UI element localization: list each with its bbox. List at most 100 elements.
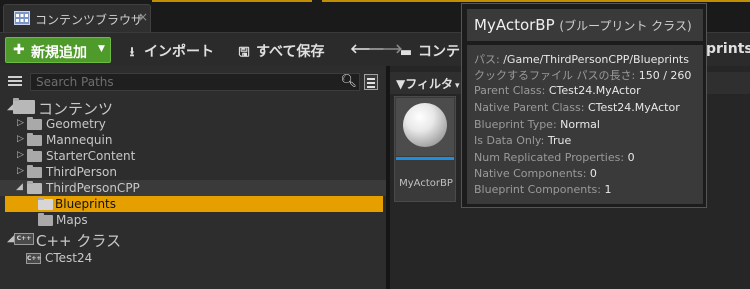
tree-item-label: Blueprints (55, 197, 117, 211)
collapsed-arrow-icon[interactable]: ▷ (17, 134, 24, 144)
search-placeholder: Search Paths (36, 75, 114, 89)
asset-tile-myactorbp[interactable]: MyActorBP (394, 96, 456, 202)
import-label: インポート (144, 44, 214, 60)
tab-content-browser[interactable]: コンテンツブラウザ × (3, 4, 151, 32)
tooltip-key: Native Components: (474, 167, 587, 180)
tree-item-thirdpersoncpp[interactable]: ◢ ThirdPersonCPP (0, 180, 386, 196)
view-options-icon[interactable] (364, 74, 378, 90)
tab-accent-line (322, 0, 750, 2)
tooltip-value: CTest24.MyActor (587, 101, 680, 114)
back-arrow-icon: 🡐 (350, 42, 385, 57)
tab-title: コンテンツブラウザ (35, 13, 144, 27)
tooltip-key: Blueprint Type: (474, 118, 557, 131)
tree-item-label: Maps (56, 213, 88, 227)
tooltip-title: MyActorBP (ブループリント クラス) (474, 16, 692, 34)
breadcrumb-content[interactable]: ▬ コンテ (398, 41, 460, 61)
tooltip-row-native-parent-class: Native Parent Class: CTest24.MyActor (474, 101, 680, 114)
tooltip-value: 150 / 260 (638, 69, 692, 82)
search-paths-input[interactable]: Search Paths 🔍︎ (30, 73, 360, 91)
tooltip-row-path: パス: /Game/ThirdPersonCPP/Blueprints (474, 51, 689, 67)
tree-item-cpp-classes[interactable]: ◢ C++ C++ クラス (0, 230, 386, 250)
tree-item-label: StarterContent (46, 149, 136, 163)
search-icon[interactable]: 🔍︎ (340, 74, 357, 89)
tooltip-key: Is Data Only: (474, 134, 545, 147)
tree-item-content-root[interactable]: ◢ コンテンツ (0, 98, 386, 118)
tree-item-maps[interactable]: Maps (0, 212, 386, 228)
tree-item-label: C++ クラス (36, 232, 122, 250)
asset-tooltip: MyActorBP (ブループリント クラス) パス: /Game/ThirdP… (461, 3, 707, 208)
tree-item-ctest24[interactable]: C++ CTest24 (0, 250, 386, 266)
tree-item-label: Mannequin (46, 133, 113, 147)
tooltip-key: パス: (474, 53, 500, 66)
asset-type-color-bar (396, 157, 454, 160)
tooltip-row-cook-path-length: クックするファイル パスの長さ: 150 / 260 (474, 67, 691, 83)
collapsed-arrow-icon[interactable]: ▷ (17, 166, 24, 176)
tooltip-row-is-data-only: Is Data Only: True (474, 134, 571, 147)
folder-open-icon (27, 181, 42, 194)
sources-toggle-icon[interactable] (8, 76, 22, 88)
tooltip-details: パス: /Game/ThirdPersonCPP/Blueprints クックす… (467, 45, 703, 204)
tooltip-row-blueprint-type: Blueprint Type: Normal (474, 118, 600, 131)
folder-icon: ▬ (399, 45, 413, 60)
asset-name: MyActorBP (399, 178, 453, 189)
tooltip-row-native-components: Native Components: 0 (474, 167, 597, 180)
tree-item-startercontent[interactable]: ▷ StarterContent (0, 148, 386, 164)
tab-accent-line (152, 0, 312, 2)
tree-item-label: CTest24 (45, 251, 93, 265)
folder-open-icon (38, 197, 53, 210)
tooltip-value: /Game/ThirdPersonCPP/Blueprints (503, 53, 689, 66)
tooltip-row-blueprint-components: Blueprint Components: 1 (474, 183, 611, 196)
add-new-button[interactable]: ✚ 新規追加 ▼ (5, 37, 111, 63)
tooltip-value: Normal (560, 118, 600, 131)
tooltip-value: 0 (627, 151, 635, 164)
tree-item-mannequin[interactable]: ▷ Mannequin (0, 132, 386, 148)
filter-label: フィルタ (405, 77, 453, 91)
tree-item-thirdperson[interactable]: ▷ ThirdPerson (0, 164, 386, 180)
chevron-down-icon: ▾ (455, 81, 460, 91)
chevron-down-icon: ▼ (98, 44, 105, 54)
tooltip-key: Blueprint Components: (474, 183, 601, 196)
import-button[interactable]: ⭳ インポート (124, 41, 214, 61)
cpp-folder-icon: C++ (14, 233, 34, 245)
tooltip-asset-type: (ブループリント クラス) (559, 19, 692, 33)
tooltip-asset-name: MyActorBP (474, 16, 555, 34)
cpp-folder-icon: C++ (26, 253, 42, 264)
add-new-icon: ✚ (13, 42, 25, 58)
tree-item-geometry[interactable]: ▷ Geometry (0, 116, 386, 132)
close-tab-icon[interactable]: × (138, 10, 148, 24)
tooltip-key: Parent Class: (474, 84, 546, 97)
tree-item-label: ThirdPersonCPP (46, 181, 140, 195)
tooltip-key: Num Replicated Properties: (474, 151, 625, 164)
tree-item-label: ThirdPerson (46, 165, 117, 179)
tooltip-row-replicated-properties: Num Replicated Properties: 0 (474, 151, 635, 164)
save-icon: 🖫 (238, 45, 250, 60)
breadcrumb-content-label: コンテ (418, 44, 460, 60)
expanded-arrow-icon[interactable]: ◢ (16, 182, 23, 192)
import-icon: ⭳ (129, 45, 135, 60)
folder-open-icon (13, 98, 35, 114)
folder-icon (27, 165, 42, 178)
breadcrumb-blueprints[interactable]: prints (706, 41, 750, 61)
folder-icon (27, 117, 42, 130)
breadcrumb-blueprints-label: prints (706, 41, 750, 57)
tooltip-value: True (547, 134, 572, 147)
save-all-label: すべて保存 (256, 44, 325, 60)
save-all-button[interactable]: 🖫 すべて保存 (236, 41, 324, 61)
asset-thumbnail (396, 98, 454, 156)
content-browser-icon (14, 11, 30, 25)
tooltip-key: クックするファイル パスの長さ: (474, 69, 636, 82)
tree-item-blueprints[interactable]: Blueprints (5, 196, 383, 212)
collapsed-arrow-icon[interactable]: ▷ (17, 118, 24, 128)
collapsed-arrow-icon[interactable]: ▷ (17, 150, 24, 160)
forward-button[interactable]: 🡒 (368, 41, 403, 61)
tooltip-value: CTest24.MyActor (548, 84, 641, 97)
add-new-label: 新規追加 (31, 45, 87, 61)
tooltip-value: 1 (604, 183, 612, 196)
tooltip-value: 0 (589, 167, 597, 180)
tooltip-header: MyActorBP (ブループリント クラス) (467, 9, 703, 41)
tree-item-label: Geometry (46, 117, 106, 131)
filter-button[interactable]: ▼フィルタ ▾ (396, 75, 460, 92)
folder-icon (38, 213, 53, 226)
back-button[interactable]: 🡐 (350, 41, 385, 61)
filter-icon: ▼ (396, 77, 406, 91)
